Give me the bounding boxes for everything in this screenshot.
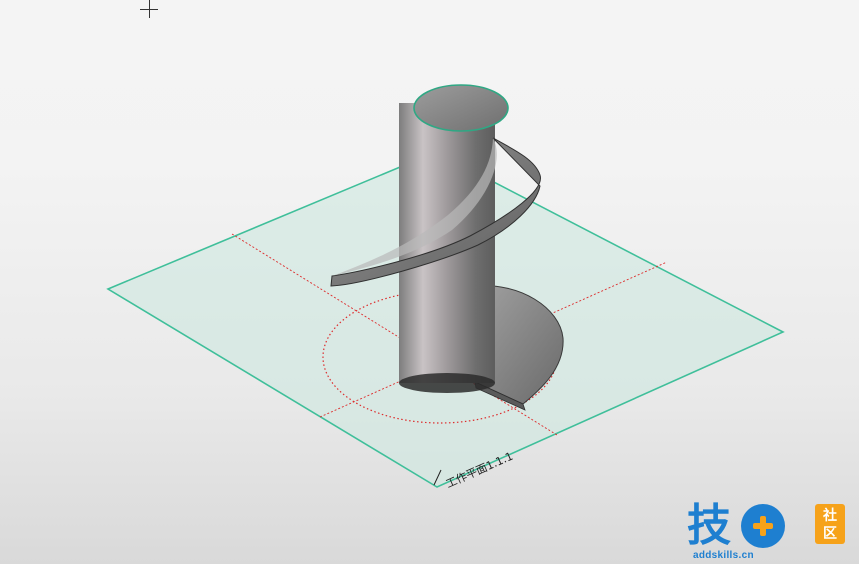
3d-viewport[interactable]: 工作平面1.1.1 技 社 区 addskills.cn	[0, 0, 859, 564]
watermark-url: addskills.cn	[693, 550, 754, 561]
shaft-bottom	[399, 373, 495, 393]
watermark-plus-icon	[741, 504, 785, 548]
watermark-main-char: 技	[687, 500, 731, 551]
shaft-top-face[interactable]	[413, 84, 509, 132]
watermark-tag-top: 社	[823, 507, 837, 523]
watermark-community-tag: 社 区	[815, 504, 845, 544]
site-watermark: 技 社 区 addskills.cn	[687, 502, 855, 564]
model-scene[interactable]: 工作平面1.1.1	[0, 0, 859, 564]
watermark-tag-bottom: 区	[823, 525, 837, 541]
